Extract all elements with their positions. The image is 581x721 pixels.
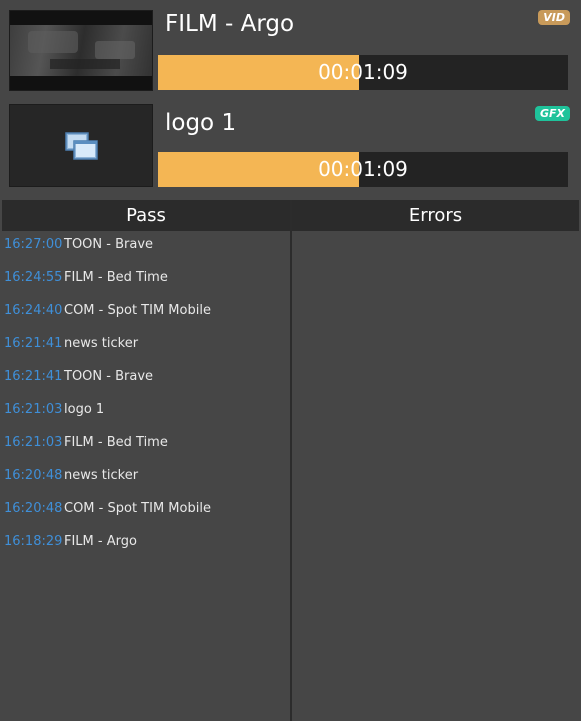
log-item-name: COM - Spot TIM Mobile: [64, 303, 211, 318]
log-item-time: 16:27:00: [4, 237, 63, 252]
vid-badge: VID: [538, 10, 570, 25]
log-item-time: 16:21:41: [4, 369, 63, 384]
log-item-name: TOON - Brave: [64, 237, 154, 252]
graphics-player-row: logo 1 GFX 00:01:09: [0, 97, 581, 197]
video-player-row: FILM - Argo VID 00:01:09: [0, 0, 581, 97]
log-item[interactable]: 16:18:29 FILM - Argo: [2, 528, 290, 561]
log-item[interactable]: 16:24:40 COM - Spot TIM Mobile: [2, 297, 290, 330]
gfx-badge: GFX: [534, 106, 570, 121]
log-item[interactable]: 16:21:41 news ticker: [2, 330, 290, 363]
pass-panel: Pass 16:27:00 TOON - Brave 16:24:55 FILM - …: [2, 200, 290, 721]
video-progress-bar[interactable]: 00:01:09: [158, 55, 568, 90]
errors-panel: Errors: [292, 200, 579, 721]
video-title: FILM - Argo: [165, 11, 295, 37]
log-item[interactable]: 16:24:55 FILM - Bed Time: [2, 264, 290, 297]
log-item-time: 16:20:48: [4, 468, 63, 483]
log-item-name: news ticker: [64, 468, 139, 483]
log-item-name: news ticker: [64, 336, 139, 351]
log-item-name: TOON - Brave: [64, 369, 154, 384]
panel-divider[interactable]: [290, 200, 292, 721]
log-item[interactable]: 16:21:03 FILM - Bed Time: [2, 429, 290, 462]
log-item-time: 16:21:03: [4, 435, 63, 450]
graphics-thumbnail[interactable]: [9, 104, 153, 187]
log-item[interactable]: 16:27:00 TOON - Brave: [2, 231, 290, 264]
log-item[interactable]: 16:20:48 news ticker: [2, 462, 290, 495]
pass-list: 16:27:00 TOON - Brave 16:24:55 FILM - Bed T…: [2, 231, 290, 561]
video-timecode: 00:01:09: [318, 60, 408, 84]
errors-header: Errors: [292, 200, 579, 231]
graphics-timecode: 00:01:09: [318, 157, 408, 181]
log-item[interactable]: 16:21:03 logo 1: [2, 396, 290, 429]
log-item-time: 16:24:55: [4, 270, 63, 285]
film-frame-image: [10, 11, 152, 90]
log-item-name: FILM - Bed Time: [64, 435, 168, 450]
graphics-title: logo 1: [165, 110, 237, 136]
graphics-icon: [65, 132, 98, 160]
graphics-progress-bar[interactable]: 00:01:09: [158, 152, 568, 187]
video-thumbnail[interactable]: [9, 10, 153, 91]
log-item-time: 16:24:40: [4, 303, 63, 318]
log-item-time: 16:21:41: [4, 336, 63, 351]
log-item-name: FILM - Argo: [64, 534, 137, 549]
log-item[interactable]: 16:21:41 TOON - Brave: [2, 363, 290, 396]
log-item-time: 16:18:29: [4, 534, 63, 549]
log-item-name: FILM - Bed Time: [64, 270, 168, 285]
log-item-name: COM - Spot TIM Mobile: [64, 501, 211, 516]
log-item[interactable]: 16:20:48 COM - Spot TIM Mobile: [2, 495, 290, 528]
log-item-time: 16:20:48: [4, 501, 63, 516]
pass-header: Pass: [2, 200, 290, 231]
log-item-name: logo 1: [64, 402, 105, 417]
log-item-time: 16:21:03: [4, 402, 63, 417]
